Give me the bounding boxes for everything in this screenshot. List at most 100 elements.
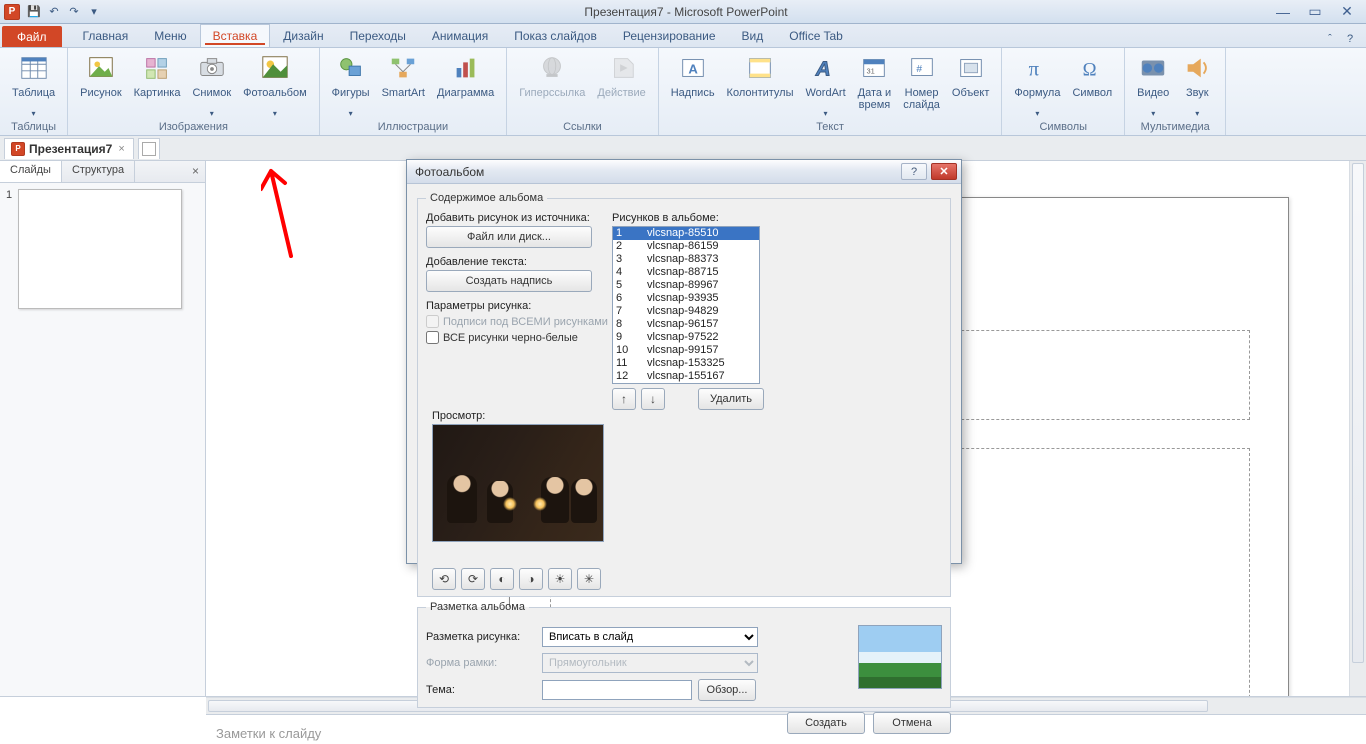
wordart-icon: A (810, 52, 842, 84)
contrast-down-button[interactable]: ◑ (519, 568, 543, 590)
redo-button[interactable]: ↷ (66, 4, 82, 20)
action-icon (606, 52, 638, 84)
slidenumber-icon: # (906, 52, 938, 84)
screenshot-button[interactable]: Снимок (186, 50, 237, 120)
list-item[interactable]: 7vlcsnap-94829 (613, 305, 759, 318)
help-icon[interactable]: ? (1342, 33, 1358, 47)
close-button[interactable]: ✕ (1334, 4, 1360, 20)
undo-button[interactable]: ↶ (46, 4, 62, 20)
tab-outline[interactable]: Структура (62, 161, 135, 182)
list-item[interactable]: 8vlcsnap-96157 (613, 318, 759, 331)
rotate-left-button[interactable]: ⟲ (432, 568, 456, 590)
tab-home[interactable]: Главная (70, 24, 142, 47)
theme-input[interactable] (542, 680, 692, 700)
label-add-from: Добавить рисунок из источника: (426, 212, 608, 224)
tab-slideshow[interactable]: Показ слайдов (501, 24, 610, 47)
brightness-down-button[interactable]: ✳ (577, 568, 601, 590)
tab-slides[interactable]: Слайды (0, 161, 62, 182)
list-item[interactable]: 11vlcsnap-153325 (613, 357, 759, 370)
checkbox-bw[interactable]: ВСЕ рисунки черно-белые (426, 331, 608, 344)
close-doc-icon[interactable]: × (116, 143, 126, 155)
list-item[interactable]: 4vlcsnap-88715 (613, 266, 759, 279)
textbox-label: Надпись (671, 87, 715, 99)
tab-view[interactable]: Вид (729, 24, 777, 47)
list-item[interactable]: 12vlcsnap-155167 (613, 370, 759, 383)
video-button[interactable]: Видео (1131, 50, 1175, 120)
svg-text:A: A (688, 62, 698, 77)
photoalbum-button[interactable]: Фотоальбом (237, 50, 313, 120)
select-pic-layout[interactable]: Вписать в слайд (542, 627, 758, 647)
close-panel-icon[interactable]: × (186, 161, 205, 182)
chart-label: Диаграмма (437, 87, 494, 99)
tab-menu[interactable]: Меню (141, 24, 199, 47)
group-tables: Таблица Таблицы (0, 48, 68, 135)
move-up-button[interactable]: ↑ (612, 388, 636, 410)
group-links-label: Ссылки (563, 120, 602, 135)
list-item[interactable]: 6vlcsnap-93935 (613, 292, 759, 305)
move-down-button[interactable]: ↓ (641, 388, 665, 410)
speaker-icon (1181, 52, 1213, 84)
datetime-label2: время (859, 99, 891, 111)
new-document-tab[interactable] (138, 138, 160, 159)
smartart-button[interactable]: SmartArt (376, 50, 431, 120)
smartart-icon (387, 52, 419, 84)
symbol-label: Символ (1072, 87, 1112, 99)
ribbon-minimize-icon[interactable]: ˆ (1322, 33, 1338, 47)
dialog-close-button[interactable]: ✕ (931, 163, 957, 180)
equation-button[interactable]: πФормула (1008, 50, 1066, 120)
title-bar: P 💾 ↶ ↷ ▾ Презентация7 - Microsoft Power… (0, 0, 1366, 24)
delete-button[interactable]: Удалить (698, 388, 764, 410)
picture-button[interactable]: Рисунок (74, 50, 128, 120)
browse-button[interactable]: Обзор... (698, 679, 756, 701)
save-button[interactable]: 💾 (26, 4, 42, 20)
dialog-titlebar[interactable]: Фотоальбом ? ✕ (407, 160, 961, 184)
document-tabs: P Презентация7 × (0, 136, 1366, 161)
tab-review[interactable]: Рецензирование (610, 24, 729, 47)
tab-design[interactable]: Дизайн (270, 24, 336, 47)
list-item[interactable]: 2vlcsnap-86159 (613, 240, 759, 253)
tab-insert[interactable]: Вставка (200, 24, 271, 47)
list-item[interactable]: 5vlcsnap-89967 (613, 279, 759, 292)
rotate-right-button[interactable]: ⟳ (461, 568, 485, 590)
headerfooter-button[interactable]: Колонтитулы (721, 50, 800, 120)
vertical-scrollbar[interactable] (1349, 161, 1366, 696)
table-button[interactable]: Таблица (6, 50, 61, 120)
slide-thumbnail[interactable]: 1 (6, 189, 199, 309)
file-disk-button[interactable]: Файл или диск... (426, 226, 592, 248)
cancel-button[interactable]: Отмена (873, 712, 951, 734)
tab-transitions[interactable]: Переходы (337, 24, 419, 47)
datetime-button[interactable]: 31Дата ивремя (852, 50, 898, 120)
list-item[interactable]: 10vlcsnap-99157 (613, 344, 759, 357)
select-frame-shape: Прямоугольник (542, 653, 758, 673)
new-textbox-button[interactable]: Создать надпись (426, 270, 592, 292)
document-tab[interactable]: P Презентация7 × (4, 138, 134, 159)
maximize-button[interactable]: ▭ (1302, 4, 1328, 20)
svg-text:Ω: Ω (1083, 60, 1097, 81)
chart-button[interactable]: Диаграмма (431, 50, 500, 120)
create-button[interactable]: Создать (787, 712, 865, 734)
brightness-up-button[interactable]: ☀ (548, 568, 572, 590)
tab-animations[interactable]: Анимация (419, 24, 501, 47)
dialog-help-button[interactable]: ? (901, 163, 927, 180)
wordart-button[interactable]: AWordArt (800, 50, 852, 120)
album-listbox[interactable]: 1vlcsnap-855102vlcsnap-861593vlcsnap-883… (612, 226, 760, 384)
minimize-button[interactable]: — (1270, 4, 1296, 20)
contrast-up-button[interactable]: ◐ (490, 568, 514, 590)
list-item[interactable]: 3vlcsnap-88373 (613, 253, 759, 266)
tab-file[interactable]: Файл (2, 26, 62, 47)
object-button[interactable]: Объект (946, 50, 995, 120)
qat-dropdown[interactable]: ▾ (86, 4, 102, 20)
audio-button[interactable]: Звук (1175, 50, 1219, 120)
textbox-button[interactable]: A Надпись (665, 50, 721, 120)
slidenumber-button[interactable]: #Номерслайда (897, 50, 946, 120)
shapes-button[interactable]: Фигуры (326, 50, 376, 120)
slide-thumbnails: 1 (0, 183, 205, 696)
fieldset-layout: Разметка альбома Разметка рисунка: Вписа… (417, 601, 951, 708)
list-item[interactable]: 1vlcsnap-85510 (613, 227, 759, 240)
svg-text:31: 31 (867, 67, 875, 76)
chart-icon (450, 52, 482, 84)
tab-officetab[interactable]: Office Tab (776, 24, 856, 47)
symbol-button[interactable]: Ω Символ (1066, 50, 1118, 120)
list-item[interactable]: 9vlcsnap-97522 (613, 331, 759, 344)
clipart-button[interactable]: Картинка (128, 50, 187, 120)
